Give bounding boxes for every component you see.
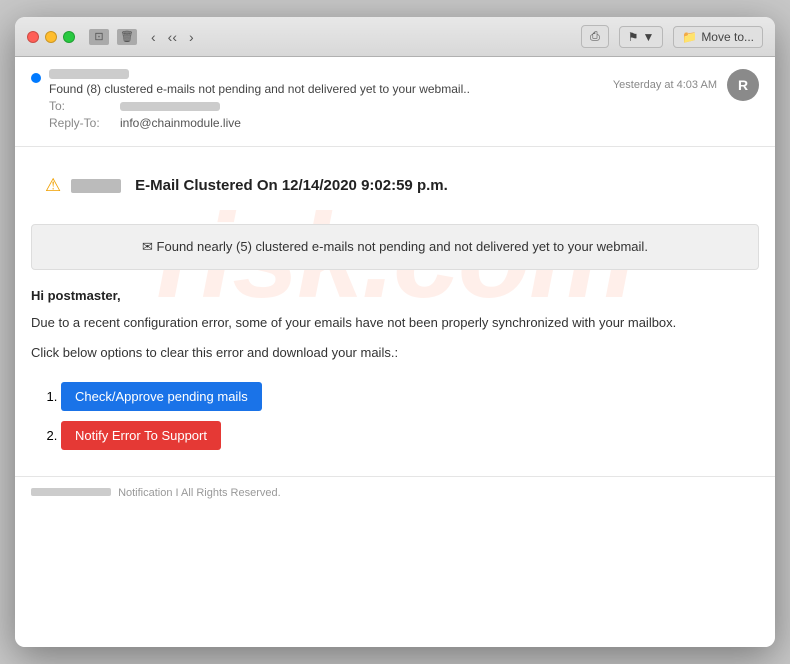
sender-left: Found (8) clustered e-mails not pending … — [31, 69, 470, 130]
delete-icon[interactable]: 🗑 — [117, 29, 137, 45]
action-item-1: Check/Approve pending mails — [61, 382, 759, 411]
warning-title: E-Mail Clustered On 12/14/2020 9:02:59 p… — [135, 177, 448, 194]
body-para2: Click below options to clear this error … — [31, 343, 759, 363]
mail-window: ⊡ 🗑 ‹ ‹‹ › ⎙ ⚑ ▼ 📁 Move to... — [15, 17, 775, 647]
email-body: risk.com ⚠ E-Mail Clustered On 12/14/202… — [15, 147, 775, 476]
archive-icon[interactable]: ⊡ — [89, 29, 109, 45]
email-container: Found (8) clustered e-mails not pending … — [15, 57, 775, 647]
email-header: Found (8) clustered e-mails not pending … — [15, 57, 775, 147]
notice-text: ✉ Found nearly (5) clustered e-mails not… — [142, 239, 648, 254]
moveto-label: Move to... — [701, 30, 754, 44]
action-item-2: Notify Error To Support — [61, 421, 759, 450]
replyto-row: Reply-To: info@chainmodule.live — [49, 116, 470, 130]
body-greeting: Hi postmaster, — [31, 288, 759, 303]
avatar: R — [727, 69, 759, 101]
nav-back2-button[interactable]: ‹‹ — [164, 27, 181, 47]
minimize-button[interactable] — [45, 31, 57, 43]
warning-icon: ⚠ — [45, 175, 61, 196]
traffic-lights — [27, 31, 75, 43]
email-content: ⚠ E-Mail Clustered On 12/14/2020 9:02:59… — [31, 163, 759, 450]
folder-icon: 📁 — [682, 30, 697, 44]
notify-error-button[interactable]: Notify Error To Support — [61, 421, 221, 450]
replyto-label: Reply-To: — [49, 116, 114, 130]
to-value-redacted — [120, 102, 220, 111]
to-label: To: — [49, 99, 114, 113]
sender-name-blurred — [71, 179, 121, 193]
print-button[interactable]: ⎙ — [581, 25, 609, 48]
notice-box: ✉ Found nearly (5) clustered e-mails not… — [31, 224, 759, 270]
flag-button[interactable]: ⚑ ▼ — [619, 26, 664, 48]
sender-name-redacted — [49, 69, 129, 79]
action-buttons-list: Check/Approve pending mails Notify Error… — [31, 382, 759, 450]
moveto-button[interactable]: 📁 Move to... — [673, 26, 763, 48]
email-timestamp: Yesterday at 4:03 AM — [613, 79, 717, 91]
toolbar-icons: ⊡ 🗑 — [89, 29, 137, 45]
sender-right: Yesterday at 4:03 AM R — [613, 69, 759, 101]
unread-indicator — [31, 73, 41, 83]
sender-row: Found (8) clustered e-mails not pending … — [31, 69, 759, 130]
close-button[interactable] — [27, 31, 39, 43]
nav-buttons: ‹ ‹‹ › — [147, 27, 198, 47]
titlebar: ⊡ 🗑 ‹ ‹‹ › ⎙ ⚑ ▼ 📁 Move to... — [15, 17, 775, 57]
body-para1: Due to a recent configuration error, som… — [31, 313, 759, 333]
nav-back-button[interactable]: ‹ — [147, 27, 160, 47]
subject-preview: Found (8) clustered e-mails not pending … — [49, 82, 470, 96]
flag-dropdown-icon: ▼ — [642, 30, 654, 44]
replyto-value: info@chainmodule.live — [120, 116, 241, 130]
warning-banner: ⚠ E-Mail Clustered On 12/14/2020 9:02:59… — [31, 163, 759, 208]
sender-info: Found (8) clustered e-mails not pending … — [49, 69, 470, 130]
toolbar-right: ⎙ ⚑ ▼ 📁 Move to... — [581, 25, 763, 48]
maximize-button[interactable] — [63, 31, 75, 43]
footer-brand-redacted — [31, 488, 111, 496]
to-row: To: — [49, 99, 470, 113]
print-icon: ⎙ — [590, 29, 600, 44]
email-footer: Notification I All Rights Reserved. — [15, 476, 775, 509]
nav-forward-button[interactable]: › — [185, 27, 198, 47]
footer-text: Notification I All Rights Reserved. — [118, 487, 281, 499]
flag-icon: ⚑ — [628, 30, 639, 44]
check-approve-button[interactable]: Check/Approve pending mails — [61, 382, 262, 411]
